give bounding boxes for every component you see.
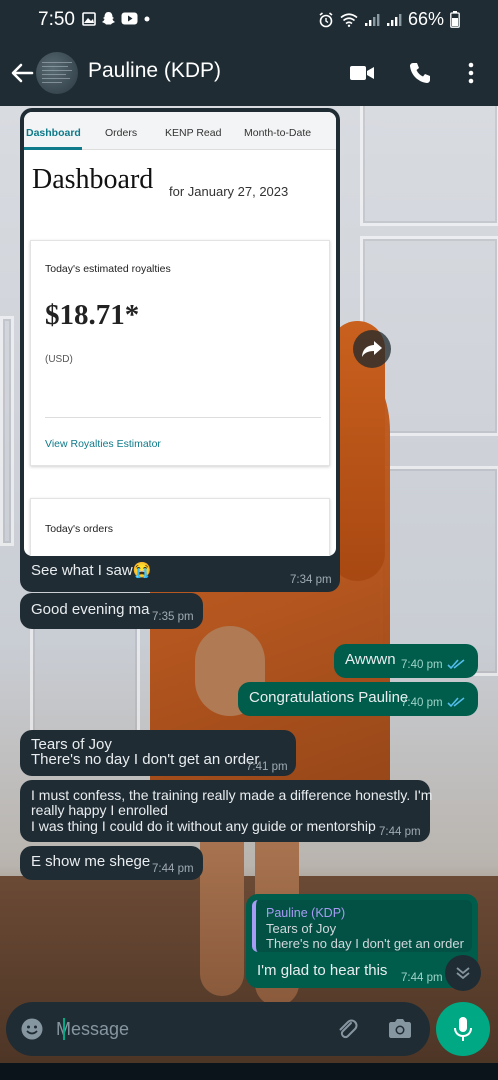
scroll-to-bottom-button[interactable] — [445, 955, 481, 991]
royalties-label: Today's estimated royalties — [45, 263, 171, 275]
battery-icon — [450, 11, 460, 28]
orders-label: Today's orders — [45, 523, 113, 535]
message-time: 7:34 pm — [290, 574, 332, 586]
message-bubble[interactable]: Congratulations Pauline 7:40 pm — [238, 682, 478, 716]
voice-call-icon[interactable] — [408, 61, 432, 85]
message-time: 7:40 pm — [401, 659, 443, 671]
dashboard-tabs: Dashboard Orders KENP Read Month-to-Date — [24, 112, 336, 150]
read-receipt-icon — [446, 697, 465, 708]
message-bubble[interactable]: Awwwn 7:40 pm — [334, 644, 478, 678]
image-message[interactable]: Dashboard Orders KENP Read Month-to-Date… — [20, 108, 340, 592]
dashboard-date: for January 27, 2023 — [169, 184, 289, 199]
wall-panel — [0, 316, 14, 546]
wifi-icon — [340, 12, 358, 27]
message-time: 7:44 pm — [152, 863, 194, 875]
dot-icon — [144, 16, 150, 21]
tab-orders: Orders — [105, 127, 138, 139]
shared-screenshot[interactable]: Dashboard Orders KENP Read Month-to-Date… — [24, 112, 336, 556]
forward-button[interactable] — [353, 330, 391, 368]
status-bar: 7:50 66% — [0, 0, 498, 40]
royalties-card: Today's estimated royalties $18.71* (USD… — [30, 240, 330, 466]
chat-header: Pauline (KDP) — [0, 40, 498, 106]
dashboard-title: Dashboard — [32, 164, 154, 195]
signal-icon — [364, 13, 380, 26]
snapchat-icon — [102, 12, 115, 25]
message-meta: 7:40 pm — [401, 695, 465, 711]
image-caption: See what I saw😭 — [31, 562, 152, 579]
message-text: Good evening ma — [31, 601, 150, 618]
tab-kenp-read: KENP Read — [165, 127, 222, 139]
status-right: 66% — [318, 9, 460, 30]
mic-icon — [454, 1017, 472, 1041]
message-composer — [6, 1002, 430, 1056]
message-time: 7:41 pm — [246, 761, 288, 773]
message-time: 7:35 pm — [152, 611, 194, 623]
divider — [45, 417, 321, 418]
message-bubble[interactable]: E show me shege 7:44 pm — [20, 846, 203, 880]
contact-name[interactable]: Pauline (KDP) — [88, 59, 221, 83]
wall-panel — [360, 106, 498, 226]
tab-dashboard: Dashboard — [26, 127, 81, 139]
forward-icon — [362, 341, 382, 357]
read-receipt-icon — [446, 659, 465, 670]
double-chevron-down-icon — [456, 967, 470, 980]
message-text: I'm glad to hear this — [257, 962, 388, 979]
message-text: I must confess, the training really made… — [31, 787, 433, 803]
active-tab-underline — [24, 147, 82, 150]
status-time: 7:50 — [38, 9, 75, 30]
attach-icon[interactable] — [335, 1017, 359, 1041]
camera-icon[interactable] — [388, 1017, 412, 1039]
youtube-icon — [121, 12, 138, 25]
message-text: Congratulations Pauline — [249, 689, 409, 706]
quoted-text: There's no day I don't get an order — [266, 936, 464, 951]
message-text: really happy I enrolled — [31, 802, 168, 818]
quoted-author: Pauline (KDP) — [266, 906, 346, 920]
reply-message[interactable]: Pauline (KDP) Tears of Joy There's no da… — [246, 894, 478, 988]
message-time: 7:44 pm — [401, 972, 443, 984]
back-arrow-icon[interactable] — [8, 59, 36, 87]
system-navigation-bar — [0, 1063, 498, 1080]
message-time: 7:40 pm — [401, 697, 443, 709]
message-bubble[interactable]: Tears of Joy There's no day I don't get … — [20, 730, 296, 776]
message-text: Awwwn — [345, 651, 396, 668]
gallery-icon — [82, 11, 96, 26]
text-cursor — [63, 1018, 65, 1040]
royalties-estimator-link: View Royalties Estimator — [45, 438, 161, 450]
message-time: 7:44 pm — [379, 826, 421, 838]
royalties-value: $18.71* — [45, 299, 140, 331]
message-meta: 7:40 pm — [401, 657, 465, 673]
battery-percent: 66% — [407, 9, 444, 29]
message-text: E show me shege — [31, 853, 151, 870]
orders-card: Today's orders — [30, 498, 330, 556]
emoji-icon[interactable] — [20, 1017, 44, 1041]
tab-month-to-date: Month-to-Date — [244, 127, 312, 139]
signal-icon — [386, 13, 402, 26]
currency-label: (USD) — [45, 354, 73, 365]
notification-icons — [82, 11, 151, 26]
message-bubble[interactable]: I must confess, the training really made… — [20, 780, 433, 842]
avatar[interactable] — [36, 52, 78, 94]
message-text: I was thing I could do it without any gu… — [31, 818, 376, 834]
video-call-icon[interactable] — [349, 63, 375, 83]
mic-button[interactable] — [436, 1002, 490, 1056]
message-input[interactable] — [56, 1014, 316, 1044]
message-bubble[interactable]: Good evening ma 7:35 pm — [20, 593, 203, 629]
more-options-icon[interactable] — [463, 62, 479, 84]
quoted-message[interactable]: Pauline (KDP) Tears of Joy There's no da… — [252, 900, 472, 952]
message-text: There's no day I don't get an order — [31, 751, 260, 768]
quoted-text: Tears of Joy — [266, 921, 337, 936]
alarm-icon — [319, 11, 333, 27]
